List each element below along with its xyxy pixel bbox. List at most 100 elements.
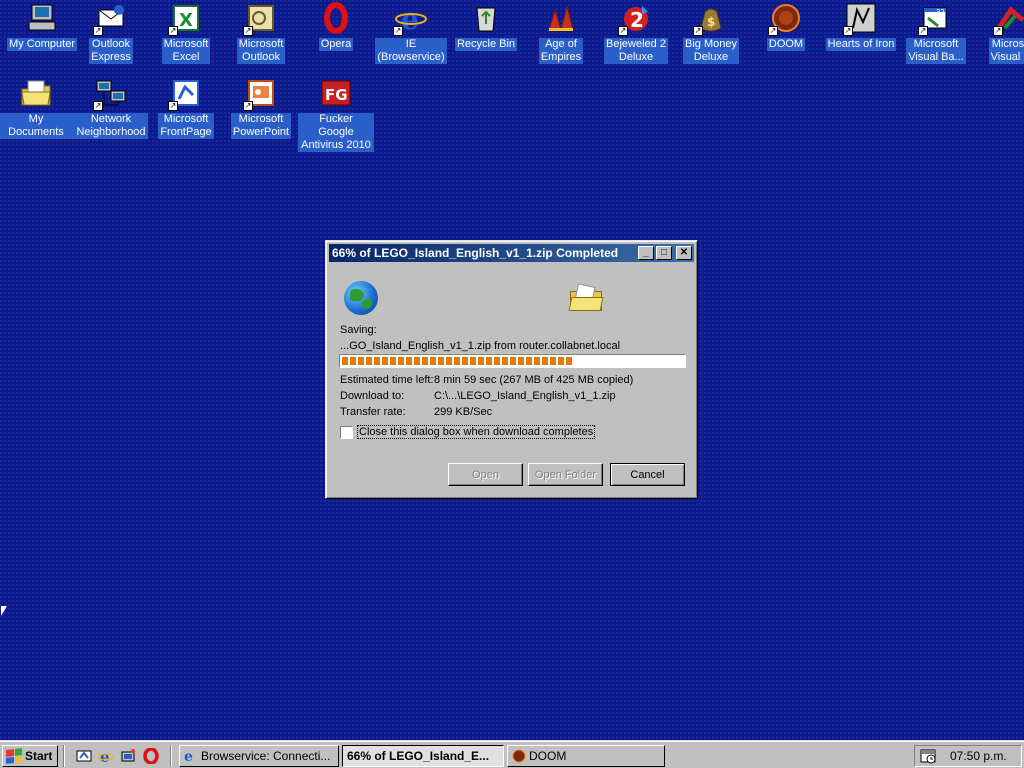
- globe-icon: [344, 281, 378, 315]
- hearts-of-iron-icon: ↗: [843, 2, 877, 36]
- desktop-shortcut[interactable]: ↗ Microso Visual C: [973, 2, 1024, 64]
- svg-text:X: X: [179, 10, 193, 31]
- dialog-title: 66% of LEGO_Island_English_v1_1.zip Comp…: [332, 246, 619, 260]
- desktop-shortcut[interactable]: Recycle Bin: [448, 2, 524, 51]
- desktop-icon-label: Outlook Express: [89, 38, 133, 64]
- desktop-icon-label: Microsoft FrontPage: [158, 113, 214, 139]
- desktop-shortcut[interactable]: Age of Empires: [523, 2, 599, 64]
- ie-icon: e: [184, 749, 198, 765]
- cancel-button[interactable]: Cancel: [610, 463, 685, 486]
- powerpoint-icon: ↗: [243, 77, 277, 111]
- desktop-icon-label: Microsoft Outlook: [236, 38, 286, 64]
- desktop-shortcut[interactable]: My Documents: [0, 77, 74, 139]
- dialog-titlebar[interactable]: 66% of LEGO_Island_English_v1_1.zip Comp…: [329, 244, 694, 262]
- desktop-shortcut[interactable]: ↗ DOOM: [748, 2, 824, 51]
- scheduler-icon[interactable]: [920, 748, 936, 764]
- desktop-shortcut[interactable]: ↗ Network Neighborhood: [73, 77, 149, 139]
- desktop-icon-label: My Documents: [0, 113, 74, 139]
- close-button[interactable]: ✕: [676, 246, 692, 260]
- big-money-icon: $ ↗: [693, 2, 727, 36]
- close-when-complete-checkbox[interactable]: [340, 426, 353, 439]
- taskbar-separator: [170, 745, 172, 767]
- doom-icon: [512, 749, 526, 763]
- desktop-shortcut[interactable]: ↗ Outlook Express: [73, 2, 149, 64]
- shortcut-arrow-icon: ↗: [168, 101, 178, 111]
- folder-icon: [568, 283, 604, 311]
- open-folder-button[interactable]: Open Folder: [528, 463, 603, 486]
- transfer-rate-label: Transfer rate:: [340, 406, 406, 418]
- start-button[interactable]: Start: [2, 745, 58, 767]
- outlook-express-icon: ↗: [93, 2, 127, 36]
- shortcut-arrow-icon: ↗: [93, 101, 103, 111]
- desktop-icon-label: Age of Empires: [538, 38, 584, 64]
- desktop-icon-label: Fucker Google Antivirus 2010: [298, 113, 374, 152]
- desktop-shortcut[interactable]: Opera: [298, 2, 374, 51]
- saving-file: ...GO_Island_English_v1_1.zip from route…: [340, 340, 621, 352]
- start-label: Start: [25, 749, 53, 763]
- maximize-button[interactable]: □: [656, 246, 672, 260]
- clock[interactable]: 07:50 p.m.: [950, 749, 1007, 763]
- shortcut-arrow-icon: ↗: [843, 26, 853, 36]
- desktop-shortcut[interactable]: ↗ Microsoft Outlook: [223, 2, 299, 64]
- desktop-shortcut[interactable]: FG Fucker Google Antivirus 2010: [298, 77, 374, 152]
- opera-icon[interactable]: [143, 748, 159, 764]
- desktop-icon-label: IE (Browservice): [375, 38, 447, 64]
- time-left-row: Estimated time left:8 min 59 sec (267 MB…: [340, 374, 633, 386]
- my-computer-icon: [26, 2, 58, 34]
- shortcut-arrow-icon: ↗: [918, 26, 928, 36]
- desktop-icon-label: Microsoft Visual Ba...: [906, 38, 966, 64]
- desktop-shortcut[interactable]: $ ↗ Big Money Deluxe: [673, 2, 749, 64]
- shortcut-arrow-icon: ↗: [93, 26, 103, 36]
- desktop-shortcut[interactable]: ↗ Microsoft FrontPage: [148, 77, 224, 139]
- transfer-rate-row: Transfer rate: 299 KB/Sec: [340, 406, 492, 418]
- age-of-empires-icon: [545, 2, 577, 34]
- outlook-icon: ↗: [243, 2, 277, 36]
- download-to-value: C:\...\LEGO_Island_English_v1_1.zip: [434, 390, 616, 402]
- bejeweled-icon: 2 ↗: [618, 2, 652, 36]
- ie-icon[interactable]: e: [98, 748, 114, 764]
- svg-text:e: e: [184, 749, 193, 763]
- desktop-shortcut[interactable]: My Computer: [4, 2, 80, 51]
- taskbar-separator: [63, 745, 65, 767]
- shortcut-arrow-icon: ↗: [393, 26, 403, 36]
- desktop-shortcut[interactable]: X ↗ Microsoft Excel: [148, 2, 224, 64]
- windows-logo-icon: [6, 748, 22, 764]
- progress-fill: [342, 357, 574, 365]
- desktop-icon-label: Opera: [318, 38, 354, 51]
- desktop-icon-label: Hearts of Iron: [825, 38, 897, 51]
- taskbar-task-button[interactable]: 66% of LEGO_Island_E...: [342, 745, 504, 767]
- close-when-complete-label[interactable]: Close this dialog box when download comp…: [357, 425, 596, 439]
- minimize-button[interactable]: _: [638, 246, 654, 260]
- task-label: 66% of LEGO_Island_E...: [347, 749, 490, 763]
- saving-label: Saving:: [340, 324, 377, 336]
- taskbar-task-button[interactable]: e Browservice: Connecti...: [179, 745, 339, 767]
- network-neighborhood-icon: ↗: [93, 77, 127, 111]
- taskbar: Start e e Browservice: Connecti... 66% of …: [0, 740, 1024, 768]
- open-button[interactable]: Open: [448, 463, 523, 486]
- excel-icon: X ↗: [168, 2, 202, 36]
- desktop-shortcut[interactable]: ↗ Microsoft PowerPoint: [223, 77, 299, 139]
- desktop-icon-label: Network Neighborhood: [74, 113, 148, 139]
- time-left-label: Estimated time left:: [340, 374, 434, 386]
- desktop-icon-label: DOOM: [766, 38, 806, 51]
- visual-c-icon: ↗: [993, 2, 1024, 36]
- taskbar-task-button[interactable]: DOOM: [507, 745, 665, 767]
- svg-text:e: e: [401, 3, 419, 34]
- desktop-shortcut[interactable]: e ↗ IE (Browservice): [373, 2, 449, 64]
- doom-icon: ↗: [768, 2, 802, 36]
- recycle-bin-icon: [470, 2, 502, 34]
- desktop-shortcut[interactable]: 32 ↗ Microsoft Visual Ba...: [898, 2, 974, 64]
- svg-text:FG: FG: [325, 86, 348, 104]
- show-desktop-icon[interactable]: [76, 748, 92, 764]
- ie-icon: e ↗: [393, 2, 427, 36]
- shortcut-arrow-icon: ↗: [768, 26, 778, 36]
- desktop-shortcut[interactable]: ↗ Hearts of Iron: [823, 2, 899, 51]
- desktop-icon-label: Microso Visual C: [988, 38, 1024, 64]
- shortcut-arrow-icon: ↗: [168, 26, 178, 36]
- svg-text:e: e: [100, 748, 110, 764]
- desktop-shortcut[interactable]: 2 ↗ Bejeweled 2 Deluxe: [598, 2, 674, 64]
- desktop-icon-label: Bejeweled 2 Deluxe: [604, 38, 668, 64]
- download-progress-dialog: 66% of LEGO_Island_English_v1_1.zip Comp…: [325, 240, 698, 499]
- svg-text:$: $: [707, 15, 715, 29]
- channels-icon[interactable]: [120, 748, 136, 764]
